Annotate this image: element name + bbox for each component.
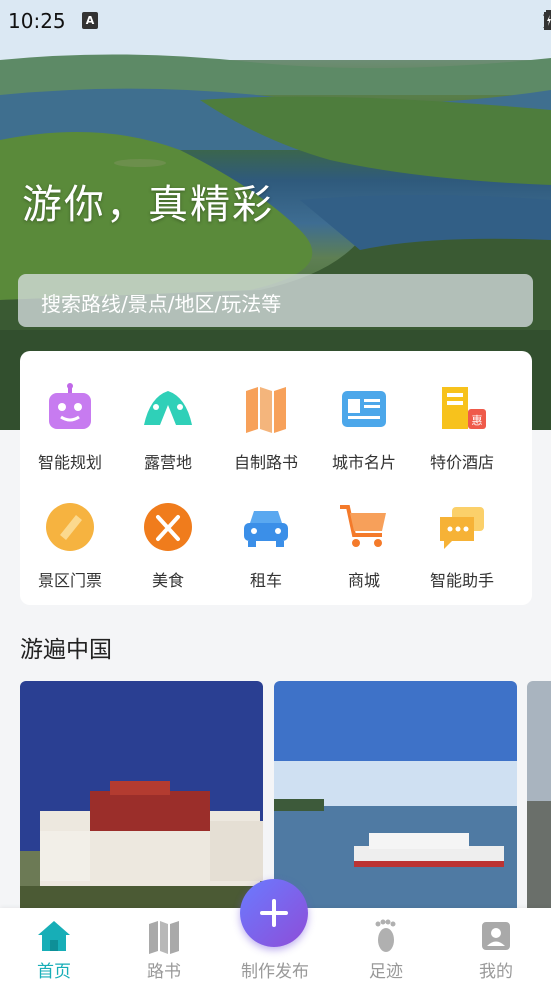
section-title: 游遍中国 [20,637,112,663]
cart-icon [340,505,386,547]
destination-card-lake[interactable] [274,681,517,921]
create-publish-button[interactable] [240,879,308,947]
search-placeholder: 搜索路线/景点/地区/玩法等 [41,292,282,316]
create-publish-label: 制作发布 [241,962,309,982]
service-roadbook[interactable]: 自制路书 [216,351,316,472]
service-label: 景区门票 [37,571,102,590]
destination-card-partial[interactable] [527,681,551,921]
potala-palace-image [20,681,263,921]
tab-label: 首页 [37,962,71,982]
notification-icon: A [82,12,98,29]
hotel-discount-icon: 惠 [442,387,486,429]
battery-icon [544,10,551,30]
map-book-icon [246,387,286,433]
hotel-badge: 惠 [472,413,483,427]
service-label: 美食 [151,571,184,590]
map-icon [149,921,179,954]
chat-assistant-icon [440,507,484,549]
service-tickets[interactable]: 景区门票 [20,469,120,590]
service-label: 商城 [347,571,380,590]
robot-icon [49,383,91,429]
destination-image [527,681,551,921]
services-card: 智能规划 露营地 自制路书 城市名片 惠 特价酒店 景区门票 美食 租车 商城 … [20,351,532,605]
city-card-icon [342,391,386,427]
service-food[interactable]: 美食 [118,469,218,590]
car-icon [244,511,288,547]
destination-card-potala[interactable] [20,681,263,921]
ticket-icon [46,503,94,551]
service-city-card[interactable]: 城市名片 [314,351,414,472]
hero-slogan: 游你，真精彩 [22,182,274,228]
status-bar: 10:25 A [0,0,551,42]
footprint-icon [375,919,396,952]
tab-label: 路书 [147,962,181,982]
tent-icon [144,391,192,425]
tab-home[interactable]: 首页 [14,908,94,987]
service-car-rental[interactable]: 租车 [216,469,316,590]
service-mall[interactable]: 商城 [314,469,414,590]
service-assistant[interactable]: 智能助手 [412,469,512,590]
service-campsite[interactable]: 露营地 [118,351,218,472]
tab-label: 我的 [479,962,513,982]
tab-roadbook[interactable]: 路书 [124,908,204,987]
service-hotel[interactable]: 惠 特价酒店 [412,351,512,472]
search-bar[interactable]: 搜索路线/景点/地区/玩法等 [18,274,533,327]
service-label: 智能助手 [429,571,494,590]
service-label: 租车 [249,571,282,590]
tab-label: 足迹 [369,962,403,982]
tab-footprint[interactable]: 足迹 [346,908,426,987]
service-smart-plan[interactable]: 智能规划 [20,351,120,472]
plus-icon [260,899,288,927]
food-icon [144,503,192,551]
tab-profile[interactable]: 我的 [456,908,536,987]
lake-boat-image [274,681,517,921]
home-icon [38,921,70,951]
status-time: 10:25 [8,9,66,33]
profile-icon [482,922,510,950]
